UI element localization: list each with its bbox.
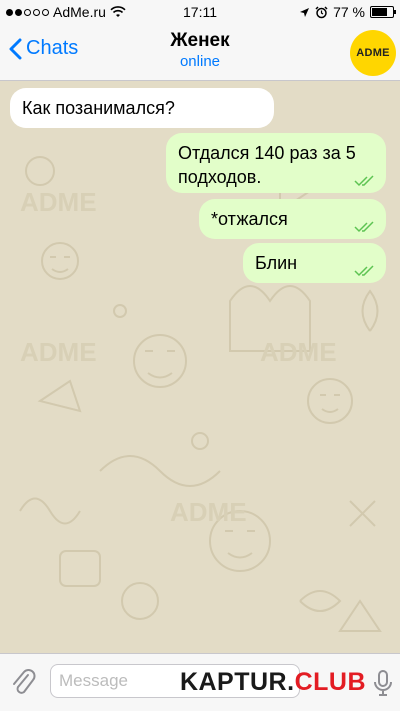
chat-header: Chats Женек online ADME [0,24,400,81]
back-button[interactable]: Chats [8,37,78,60]
message-list[interactable]: ADME ADME ADME ADME Как позанимался? Отд… [0,81,400,653]
back-button-label: Chats [26,37,79,59]
read-receipt-icon [354,221,374,233]
battery-icon [370,6,396,18]
status-right: 77 % [299,4,396,20]
contact-info[interactable]: Женек online [100,30,300,70]
message-bubble-incoming[interactable]: Как позанимался? [10,88,274,128]
chevron-left-icon [9,38,22,59]
watermark: KAPTUR.CLUB [179,668,366,696]
alarm-clock-icon [315,5,328,18]
battery-percent: 77 % [333,4,365,20]
message-bubble-outgoing[interactable]: Блин [243,243,386,283]
attach-icon[interactable] [10,667,36,697]
read-receipt-icon [354,265,374,277]
location-arrow-icon [300,7,310,17]
message-composer: Message KAPTUR.CLUB [0,653,400,711]
message-text: *отжался [211,209,288,229]
contact-status: online [179,53,221,70]
battery-level [372,8,387,16]
message-text: Блин [255,253,298,273]
contact-name: Женек [170,30,230,51]
message-bubble-outgoing[interactable]: *отжался [199,199,386,239]
avatar[interactable]: ADME [350,30,396,76]
svg-text:ADME: ADME [20,337,97,367]
svg-text:ADME: ADME [20,187,97,217]
read-receipt-icon [354,175,374,187]
message-bubble-outgoing[interactable]: Отдался 140 раз за 5 подходов. [166,133,386,193]
status-bar: AdMe.ru 17:11 77 % [0,0,400,24]
microphone-icon[interactable] [372,669,394,697]
svg-text:ADME: ADME [260,337,337,367]
svg-text:ADME: ADME [170,497,247,527]
message-text: Отдался 140 раз за 5 подходов. [178,143,356,187]
message-text: Как позанимался? [22,98,175,118]
